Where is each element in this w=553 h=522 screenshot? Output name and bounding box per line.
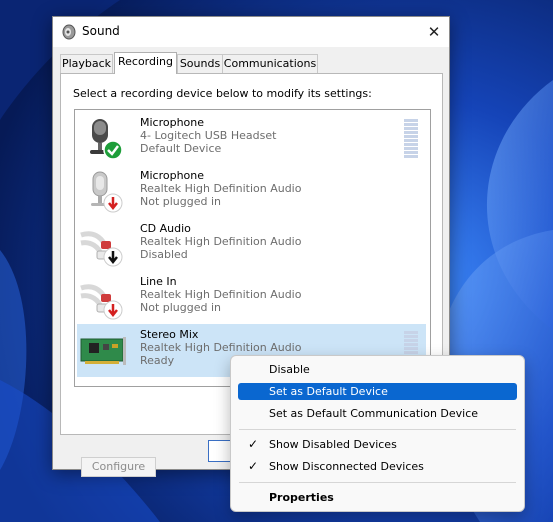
recording-device-list[interactable]: Microphone 4- Logitech USB Headset Defau… [74, 109, 431, 387]
rca-cable-icon [80, 284, 123, 320]
device-row-microphone-realtek[interactable]: Microphone Realtek High Definition Audio… [77, 165, 426, 218]
menu-item-label: Disable [269, 363, 310, 376]
speaker-icon [62, 24, 76, 40]
menu-item-properties[interactable]: Properties [238, 489, 517, 506]
headset-microphone-icon [90, 119, 123, 160]
device-description: Realtek High Definition Audio [140, 235, 302, 248]
device-description: Realtek High Definition Audio [140, 182, 302, 195]
level-meter [404, 119, 418, 159]
tab-recording[interactable]: Recording [114, 52, 177, 74]
device-name: Microphone [140, 169, 205, 182]
device-name: Stereo Mix [140, 328, 199, 341]
instruction-text: Select a recording device below to modif… [73, 87, 372, 100]
rca-cable-icon [80, 231, 123, 267]
menu-item-label: Show Disabled Devices [269, 438, 397, 451]
menu-separator [239, 482, 516, 483]
device-name: Microphone [140, 116, 205, 129]
menu-separator [239, 429, 516, 430]
device-description: 4- Logitech USB Headset [140, 129, 277, 142]
device-name: CD Audio [140, 222, 191, 235]
menu-item-set-default-communication-device[interactable]: Set as Default Communication Device [238, 405, 517, 422]
menu-item-label: Set as Default Communication Device [269, 407, 479, 420]
tab-playback[interactable]: Playback [60, 54, 113, 73]
sound-card-icon [80, 337, 126, 365]
device-row-line-in[interactable]: Line In Realtek High Definition Audio No… [77, 271, 426, 324]
device-context-menu: Disable Set as Default Device Set as Def… [230, 355, 525, 512]
window-title: Sound [82, 24, 120, 38]
menu-item-label: Set as Default Device [269, 385, 388, 398]
configure-button[interactable]: Configure [81, 457, 156, 477]
tab-communications[interactable]: Communications [222, 54, 318, 73]
checkmark-icon: ✓ [248, 459, 259, 473]
device-row-microphone-logitech[interactable]: Microphone 4- Logitech USB Headset Defau… [77, 112, 426, 165]
device-description: Realtek High Definition Audio [140, 341, 302, 354]
checkmark-icon: ✓ [248, 437, 259, 451]
device-row-cd-audio[interactable]: CD Audio Realtek High Definition Audio D… [77, 218, 426, 271]
menu-item-label: Properties [269, 491, 334, 504]
device-status: Disabled [140, 248, 188, 261]
device-status: Not plugged in [140, 195, 222, 208]
menu-item-set-default-device[interactable]: Set as Default Device [238, 383, 517, 400]
menu-item-label: Show Disconnected Devices [269, 460, 424, 473]
green-check-badge [103, 140, 123, 160]
menu-item-show-disabled-devices[interactable]: ✓ Show Disabled Devices [238, 436, 517, 453]
microphone-icon [91, 171, 123, 213]
device-status: Default Device [140, 142, 222, 155]
menu-item-show-disconnected-devices[interactable]: ✓ Show Disconnected Devices [238, 458, 517, 475]
device-name: Line In [140, 275, 177, 288]
close-icon[interactable]: ✕ [419, 17, 449, 47]
tab-sounds[interactable]: Sounds [177, 54, 223, 73]
device-status: Not plugged in [140, 301, 222, 314]
device-description: Realtek High Definition Audio [140, 288, 302, 301]
title-bar: Sound ✕ [53, 17, 449, 47]
menu-item-disable[interactable]: Disable [238, 361, 517, 378]
